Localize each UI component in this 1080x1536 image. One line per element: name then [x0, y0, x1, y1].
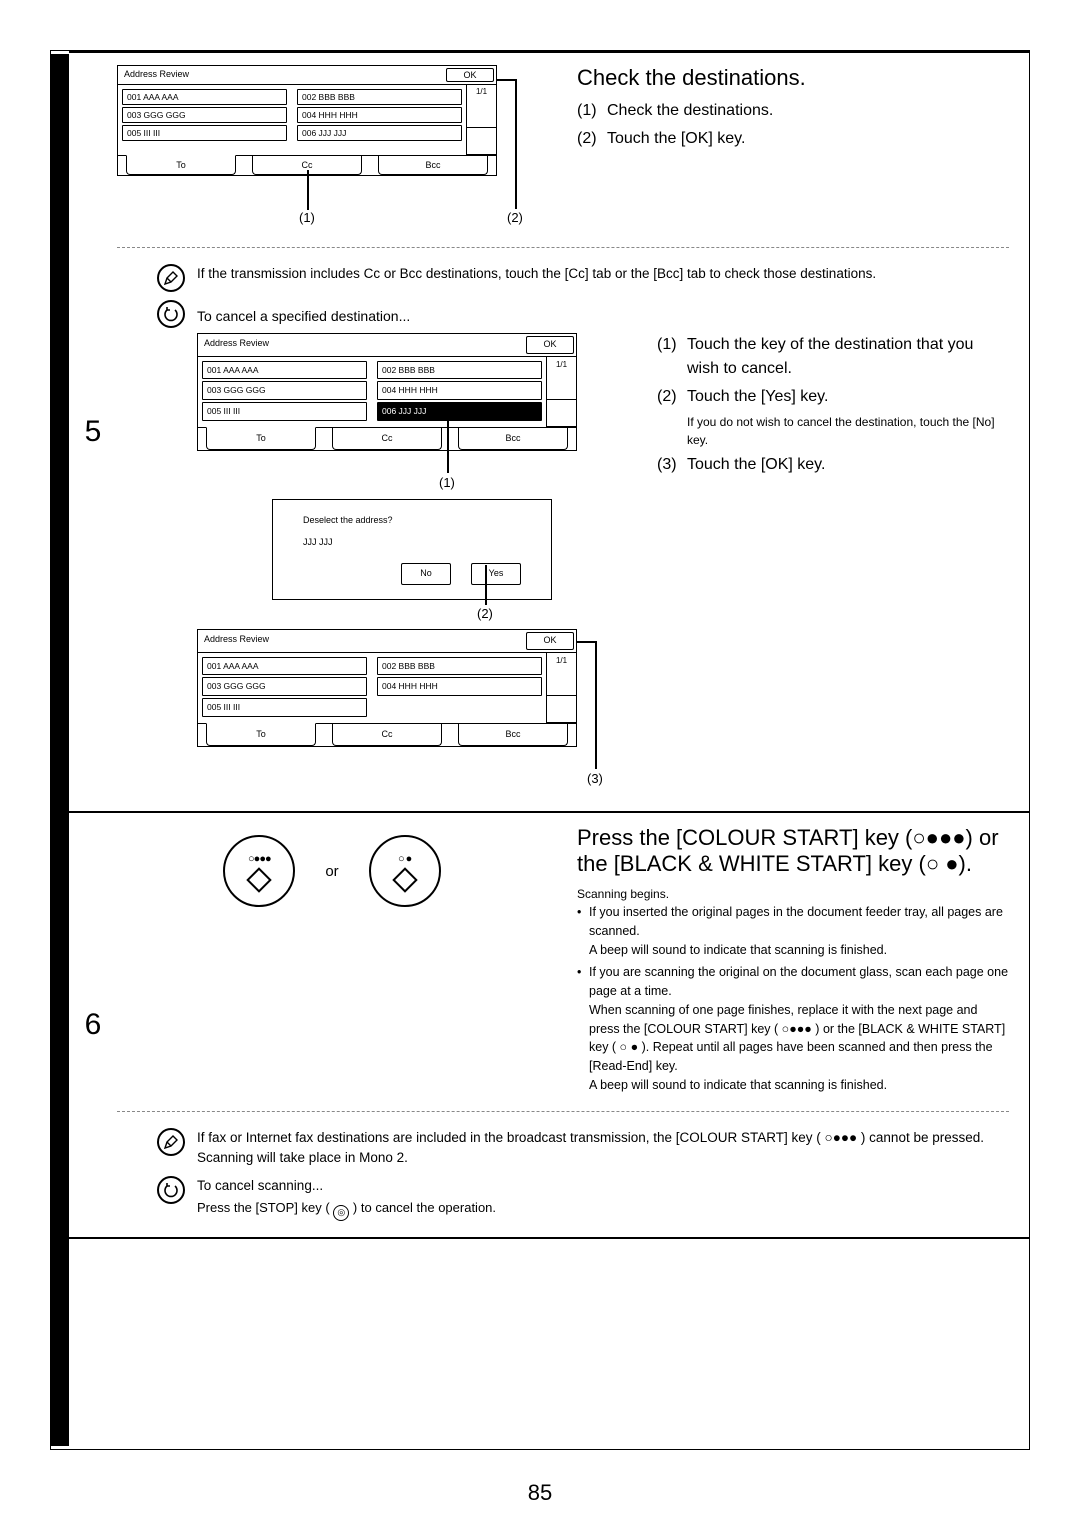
- bw-start-key[interactable]: ○ ●: [369, 835, 441, 907]
- address-entry[interactable]: 005 III III: [202, 402, 367, 421]
- cancel-instruction-list: (1)Touch the key of the destination that…: [657, 333, 1009, 477]
- callout-label-3: (3): [587, 769, 603, 789]
- bullet-item: If you are scanning the original on the …: [577, 963, 1009, 1094]
- colour-dots-inline: ○●●●: [825, 1130, 858, 1145]
- address-entry[interactable]: 002 BBB BBB: [377, 657, 542, 676]
- page-down-button[interactable]: [547, 400, 576, 427]
- address-review-panel-3: Address Review OK 001 AAA AAA 002: [197, 629, 577, 747]
- step-number: 6: [69, 813, 117, 1237]
- page-down-button[interactable]: [547, 696, 576, 723]
- cancel-intro: To cancel a specified destination...: [197, 306, 1009, 327]
- colour-dots-icon: ○●●●: [248, 853, 271, 865]
- address-entry[interactable]: 002 BBB BBB: [297, 89, 462, 105]
- scanning-begins: Scanning begins.: [577, 885, 1009, 903]
- address-entry[interactable]: 001 AAA AAA: [202, 657, 367, 676]
- ok-button[interactable]: OK: [526, 336, 574, 354]
- start-diamond-icon: [392, 867, 417, 892]
- colour-dots-inline: ○●●●: [912, 825, 965, 850]
- callout-label-1: (1): [299, 210, 315, 225]
- cancel-scan-title: To cancel scanning...: [197, 1176, 1009, 1196]
- no-button[interactable]: No: [401, 563, 451, 585]
- callout-label-2: (2): [507, 210, 523, 225]
- callout-label-1: (1): [439, 473, 455, 493]
- page-up-button[interactable]: [547, 373, 576, 400]
- address-entry-selected[interactable]: 006 JJJ JJJ: [377, 402, 542, 421]
- callout-line: [595, 641, 597, 769]
- bw-dots-icon: ○ ●: [398, 853, 411, 865]
- address-entry[interactable]: 004 HHH HHH: [297, 107, 462, 123]
- pencil-note-icon: [157, 264, 185, 292]
- tab-to[interactable]: To: [206, 427, 316, 451]
- address-entry[interactable]: 005 III III: [122, 125, 287, 141]
- address-entry[interactable]: 006 JJJ JJJ: [297, 125, 462, 141]
- address-entry[interactable]: 003 GGG GGG: [202, 381, 367, 400]
- yes-button[interactable]: Yes: [471, 563, 521, 585]
- cancel-scan-body: Press the [STOP] key ( ◎ ) to cancel the…: [197, 1198, 1009, 1221]
- start-diamond-icon: [247, 867, 272, 892]
- tab-bcc[interactable]: Bcc: [458, 724, 568, 747]
- callout-line: [515, 79, 517, 209]
- ok-button[interactable]: OK: [526, 632, 574, 650]
- stop-key-icon: ◎: [333, 1205, 349, 1221]
- instruction-list: (1)Check the destinations. (2)Touch the …: [577, 99, 1009, 151]
- address-entry[interactable]: 001 AAA AAA: [122, 89, 287, 105]
- tab-to[interactable]: To: [206, 723, 316, 747]
- callout-label-2: (2): [477, 604, 493, 624]
- note: If fax or Internet fax destinations are …: [117, 1124, 1009, 1173]
- address-entry[interactable]: 001 AAA AAA: [202, 361, 367, 380]
- colour-start-key[interactable]: ○●●●: [223, 835, 295, 907]
- tab-cc[interactable]: Cc: [332, 428, 442, 451]
- address-entry[interactable]: 004 HHH HHH: [377, 677, 542, 696]
- cancel-note: To cancel a specified destination... Add…: [117, 296, 1009, 799]
- step-title: Check the destinations.: [577, 65, 1009, 91]
- or-text: or: [325, 863, 338, 880]
- note-text: If fax or Internet fax destinations are …: [197, 1128, 1009, 1169]
- undo-icon: [157, 1176, 185, 1204]
- page-down-button[interactable]: [467, 128, 496, 155]
- tab-to[interactable]: To: [126, 155, 236, 175]
- tab-bcc[interactable]: Bcc: [458, 428, 568, 451]
- note: If the transmission includes Cc or Bcc d…: [117, 260, 1009, 296]
- callout-line: [307, 170, 309, 210]
- bullet-list: If you inserted the original pages in th…: [577, 903, 1009, 1095]
- callout-line: [497, 79, 515, 81]
- address-review-panel-2: Address Review OK 001 AAA AAA 002: [197, 333, 577, 451]
- callout-line: [577, 641, 595, 643]
- note-text: If the transmission includes Cc or Bcc d…: [197, 264, 1009, 284]
- address-entry[interactable]: 003 GGG GGG: [122, 107, 287, 123]
- callout-line: [485, 565, 487, 605]
- undo-icon: [157, 300, 185, 328]
- bw-dots-inline: ○ ●: [926, 851, 959, 876]
- callout-line: [447, 408, 449, 473]
- step-6: 6 ○●●● or ○ ●: [69, 811, 1029, 1239]
- bullet-item: If you inserted the original pages in th…: [577, 903, 1009, 959]
- dashed-separator: [117, 1111, 1009, 1112]
- step-title: Press the [COLOUR START] key (○●●●) or t…: [577, 825, 1009, 877]
- address-entry[interactable]: 004 HHH HHH: [377, 381, 542, 400]
- dialog-question: Deselect the address?: [303, 514, 521, 528]
- step-5: 5 Address Review OK: [69, 51, 1029, 811]
- address-entry[interactable]: 003 GGG GGG: [202, 677, 367, 696]
- ok-button[interactable]: OK: [446, 68, 494, 82]
- dashed-separator: [117, 247, 1009, 248]
- side-binding-bar: [51, 54, 69, 1446]
- page-up-button[interactable]: [467, 101, 496, 128]
- page-up-button[interactable]: [547, 669, 576, 696]
- pencil-note-icon: [157, 1128, 185, 1156]
- tab-cc[interactable]: Cc: [332, 724, 442, 747]
- tab-bcc[interactable]: Bcc: [378, 156, 488, 175]
- address-entry[interactable]: 005 III III: [202, 698, 367, 717]
- cancel-scan-note: To cancel scanning... Press the [STOP] k…: [117, 1172, 1009, 1225]
- step-number: 5: [69, 53, 117, 811]
- page-indicator: 1/1: [467, 85, 496, 101]
- page-frame: 5 Address Review OK: [50, 50, 1030, 1450]
- sub-note: If you do not wish to cancel the destina…: [687, 413, 1009, 449]
- address-entry[interactable]: 002 BBB BBB: [377, 361, 542, 380]
- dialog-address: JJJ JJJ: [303, 536, 521, 550]
- deselect-dialog: Deselect the address? JJJ JJJ No Yes: [272, 499, 552, 600]
- address-review-panel-1: Address Review OK 001 AAA AAA 002 BBB BB…: [117, 65, 497, 176]
- panel-title: Address Review: [118, 66, 444, 84]
- page-number: 85: [50, 1480, 1030, 1506]
